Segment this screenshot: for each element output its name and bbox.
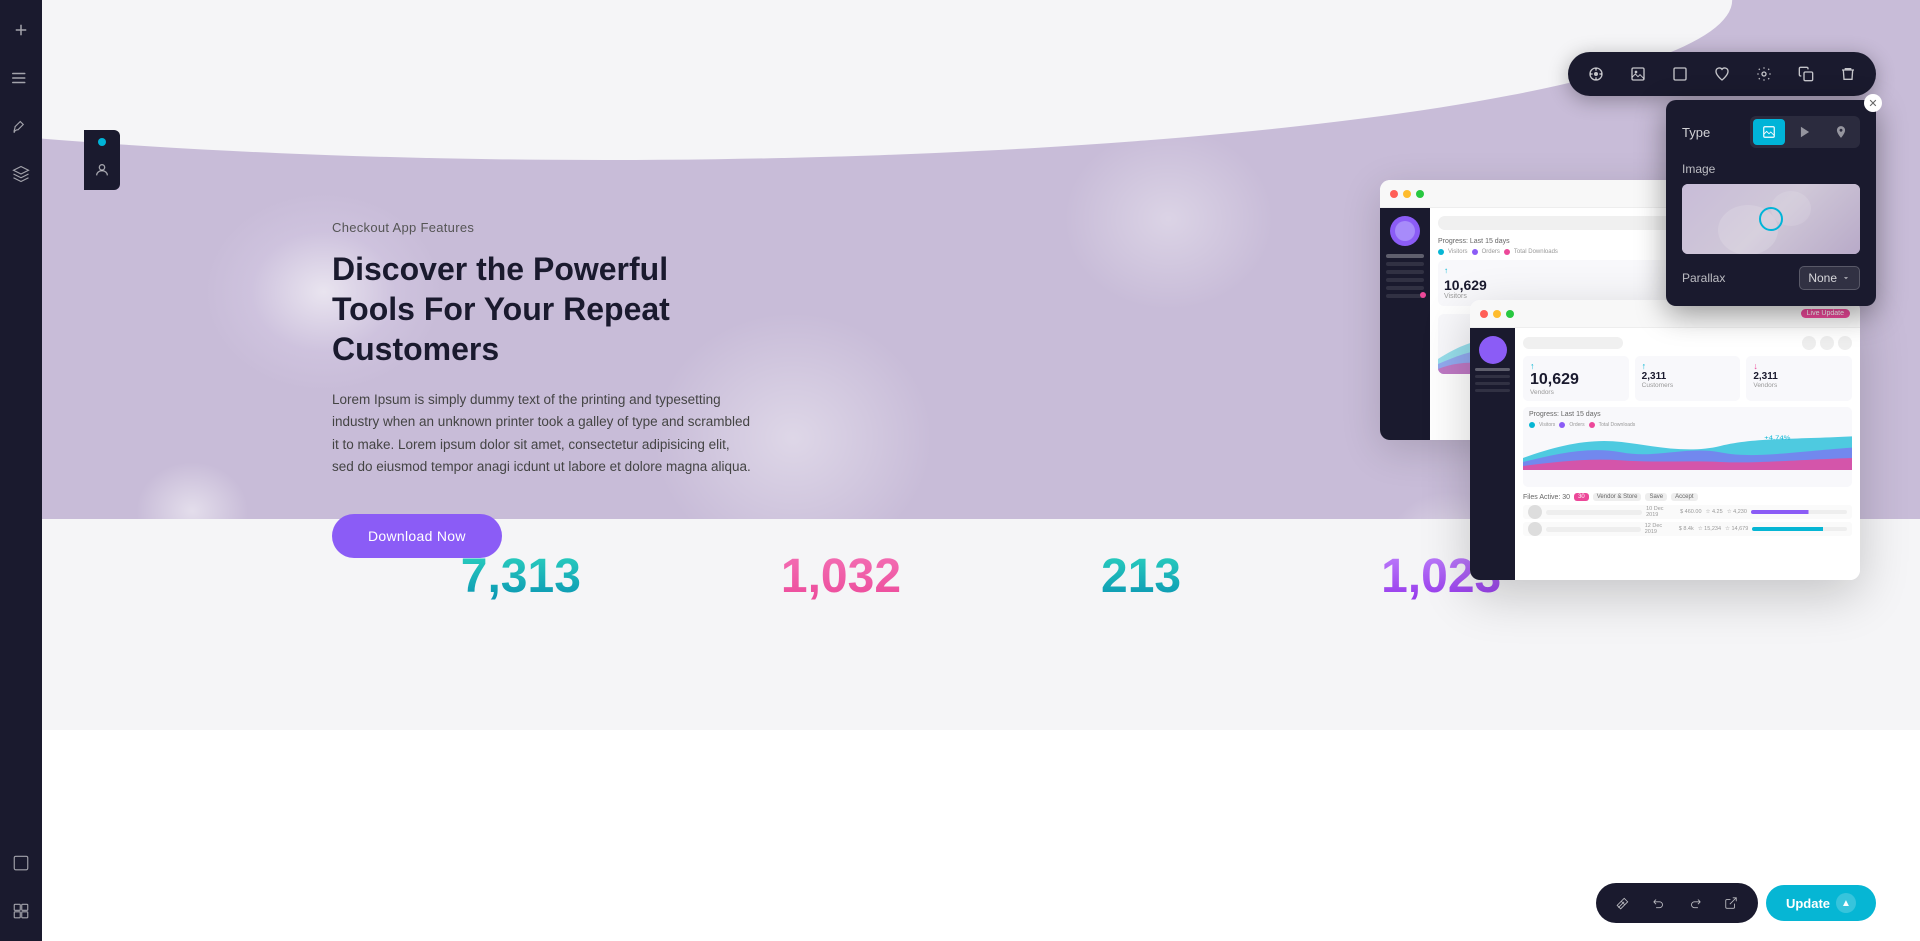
image-label: Image	[1682, 162, 1860, 176]
gear-icon[interactable]	[1750, 60, 1778, 88]
image-thumbnail[interactable]	[1682, 184, 1860, 254]
parallax-label: Parallax	[1682, 271, 1725, 285]
heart-icon[interactable]	[1708, 60, 1736, 88]
bottom-stat-num-3: 213	[1101, 549, 1181, 604]
page-icon[interactable]	[7, 849, 35, 877]
toolbar-overlay	[1568, 52, 1876, 96]
bottom-stat-num-2: 1,032	[781, 549, 901, 604]
menu-icon[interactable]	[7, 64, 35, 92]
hero-body: Lorem Ipsum is simply dummy text of the …	[332, 389, 752, 478]
parallax-row: Parallax None	[1682, 266, 1860, 290]
ss-row-line-1	[1546, 510, 1642, 515]
ss-table-row-1: 10 Dec 2019 $ 460.00 ☆ 4.25 ☆ 4,230	[1523, 505, 1852, 519]
ss-topbar	[1523, 336, 1852, 350]
parallax-value: None	[1808, 271, 1837, 285]
plus-icon[interactable]	[7, 16, 35, 44]
dot-red	[1390, 190, 1398, 198]
ss-avatar	[1479, 336, 1507, 364]
hero-subtitle: Checkout App Features	[332, 220, 752, 235]
ss-stat-front-3: ↓ 2,311 Vendors	[1746, 356, 1852, 401]
trash-icon[interactable]	[1834, 60, 1862, 88]
left-sidebar	[0, 0, 42, 941]
ss-stat-front-2: ↑ 2,311 Customers	[1635, 356, 1741, 401]
image-tab[interactable]	[1753, 119, 1785, 145]
square-icon[interactable]	[1666, 60, 1694, 88]
ss-table-row-2: 12 Dec 2019 $ 8.4k ☆ 15,234 ☆ 14,679	[1523, 522, 1852, 536]
dot-yellow-2	[1493, 310, 1501, 318]
ss-num-2: 2,311	[1642, 371, 1734, 382]
update-label: Update	[1786, 896, 1830, 911]
ss-progress-2	[1752, 527, 1847, 531]
dot-yellow	[1403, 190, 1411, 198]
ss-lbl-1: Vendors	[1530, 389, 1622, 396]
redo-icon[interactable]	[1682, 890, 1708, 916]
parallax-select[interactable]: None	[1799, 266, 1860, 290]
image-icon[interactable]	[1624, 60, 1652, 88]
ss-front-sidebar	[1470, 328, 1515, 580]
svg-text:+4.74%: +4.74%	[1764, 435, 1790, 441]
bt-tools-group	[1596, 883, 1758, 923]
ss-progress-1	[1751, 510, 1847, 514]
download-now-button[interactable]: Download Now	[332, 514, 502, 558]
wand-icon[interactable]	[1610, 890, 1636, 916]
hero-content: Checkout App Features Discover the Power…	[332, 220, 752, 558]
thumbnail-selector[interactable]	[1759, 207, 1783, 231]
map-tab[interactable]	[1825, 119, 1857, 145]
bottom-toolbar: Update ▲	[1596, 883, 1876, 923]
undo-icon[interactable]	[1646, 890, 1672, 916]
brush-icon[interactable]	[7, 112, 35, 140]
type-label: Type	[1682, 125, 1710, 140]
update-chevron[interactable]: ▲	[1836, 893, 1856, 913]
left-panel	[84, 130, 120, 190]
ss-front-search	[1523, 337, 1623, 349]
type-panel-header: Type	[1682, 116, 1860, 148]
ss-front-main: ↑ 10,629 Vendors ↑ 2,311 Customers ↓	[1515, 328, 1860, 580]
layers-icon[interactable]	[7, 160, 35, 188]
hero-title: Discover the Powerful Tools For Your Rep…	[332, 249, 752, 369]
bottom-stat-3: 213	[1101, 549, 1181, 604]
video-tab[interactable]	[1789, 119, 1821, 145]
ss-row-avatar-2	[1528, 522, 1542, 536]
widget-icon[interactable]	[7, 897, 35, 925]
ss-front-body: ↑ 10,629 Vendors ↑ 2,311 Customers ↓	[1470, 328, 1860, 580]
dot-green	[1416, 190, 1424, 198]
ss-chart-lg: Progress: Last 15 days Visitors Orders T…	[1523, 407, 1852, 487]
update-button[interactable]: Update ▲	[1766, 885, 1876, 921]
ss-chart-label: Progress: Last 15 days	[1523, 407, 1852, 422]
ss-stats-front: ↑ 10,629 Vendors ↑ 2,311 Customers ↓	[1523, 356, 1852, 401]
ss-lbl-2: Customers	[1642, 382, 1734, 389]
ss-lbl-3: Vendors	[1753, 382, 1845, 389]
ss-stat-front-1: ↑ 10,629 Vendors	[1523, 356, 1629, 401]
ss-num-3: 2,311	[1753, 371, 1845, 382]
ss-row-line-2	[1546, 527, 1641, 532]
ss-row-avatar-1	[1528, 505, 1542, 519]
external-link-icon[interactable]	[1718, 890, 1744, 916]
target-icon[interactable]	[1582, 60, 1610, 88]
active-dot	[98, 138, 106, 146]
hero-section: Checkout App Features Discover the Power…	[42, 0, 1920, 730]
screenshot-front: Live Update	[1470, 300, 1860, 580]
dot-red-2	[1480, 310, 1488, 318]
ss-back-sidebar	[1380, 208, 1430, 440]
live-badge: Live Update	[1801, 309, 1850, 318]
bottom-stat-2: 1,032	[781, 549, 901, 604]
close-icon[interactable]: ✕	[1864, 94, 1882, 112]
type-panel: ✕ Type Image Parallax	[1666, 100, 1876, 306]
copy-icon[interactable]	[1792, 60, 1820, 88]
type-tabs	[1750, 116, 1860, 148]
dot-green-2	[1506, 310, 1514, 318]
user-icon[interactable]	[90, 158, 114, 182]
ss-num-1: 10,629	[1530, 371, 1622, 389]
main-area: Checkout App Features Discover the Power…	[42, 0, 1920, 941]
